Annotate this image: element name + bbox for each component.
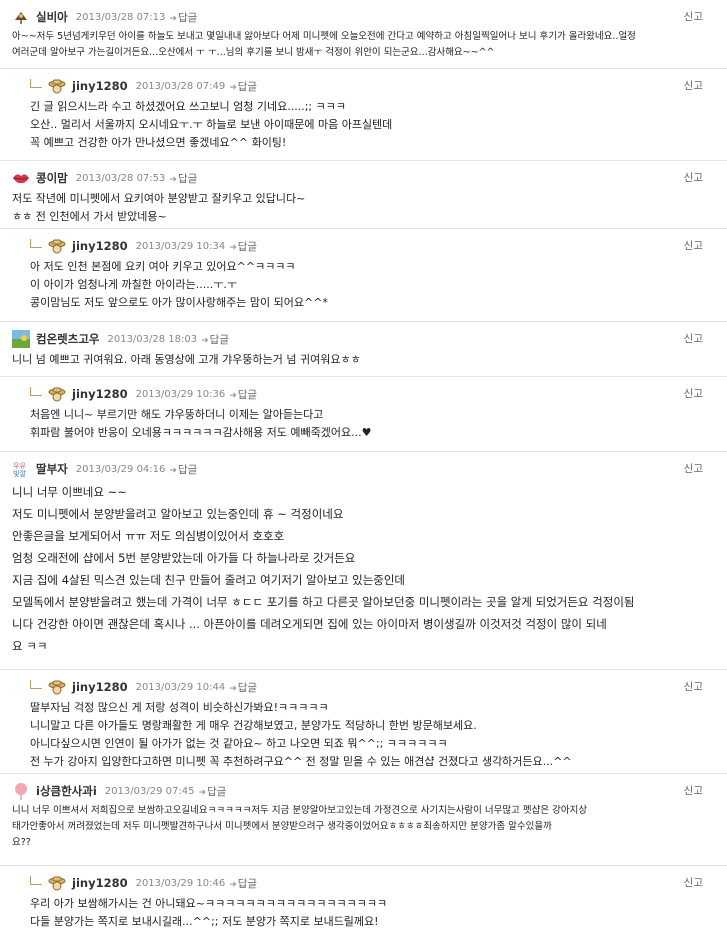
reply-indent-icon [30, 679, 42, 689]
report-link[interactable]: 신고 [684, 78, 703, 93]
reply-arrow-icon: ➜ [169, 13, 177, 24]
comment-text: 니니 넘 예쁘고 귀여워요. 아래 동영상에 고개 갸우뚱하는거 넘 귀여워요ㅎ… [12, 353, 361, 366]
comment-text: 아 저도 인천 본점에 요키 여아 키우고 있어요^^ㅋㅋㅋㅋ 이 아이가 엄청… [30, 260, 328, 309]
report-link[interactable]: 신고 [684, 238, 703, 253]
reply-button[interactable]: ➜답글 [201, 332, 229, 347]
report-link[interactable]: 신고 [684, 679, 703, 694]
reply-arrow-icon: ➜ [229, 82, 237, 93]
author-name[interactable]: 실비아 [36, 9, 68, 25]
comment: 실비아 2013/03/28 07:13 ➜답글 신고 아~~저두 5년넘게키우… [0, 0, 727, 69]
comment-text: 저도 작년에 미니펫에서 요키여아 분양받고 잘키우고 있답니다~ ㅎㅎ 전 인… [12, 192, 306, 223]
comment-date: 2013/03/29 10:46 [135, 877, 226, 889]
reply-button[interactable]: ➜답글 [198, 784, 226, 799]
comment-text: 니니 너무 이쁘네요 ~~ 저도 미니펫에서 분양받을려고 알아보고 있는중인데… [12, 485, 635, 653]
user-icon-straw-hat [48, 237, 66, 255]
author-name[interactable]: jiny1280 [72, 387, 128, 401]
reply-indent-icon [30, 78, 42, 88]
reply-arrow-icon: ➜ [169, 174, 177, 185]
comment-text: 긴 글 읽으시느라 수고 하셨겠어요 쓰고보니 엄청 기네요.....;; ㅋㅋ… [30, 100, 393, 149]
author-name[interactable]: 딸부자 [36, 461, 68, 477]
comment: i상큼한사과i 2013/03/29 07:45 ➜답글 신고 니니 너무 이쁘… [0, 774, 727, 866]
comment-date: 2013/03/29 10:36 [135, 388, 226, 400]
svg-text:빛깔: 빛깔 [13, 469, 26, 478]
author-name[interactable]: jiny1280 [72, 876, 128, 890]
user-icon-straw-hat [48, 385, 66, 403]
reply-comment: jiny1280 2013/03/29 10:44 ➜답글 신고 딸부자님 걱정… [0, 670, 727, 774]
reply-button[interactable]: ➜답글 [169, 10, 197, 25]
reply-comment: jiny1280 2013/03/29 10:36 ➜답글 신고 처음엔 니니~… [0, 377, 727, 452]
reply-comment: jiny1280 2013/03/29 10:46 ➜답글 신고 우리 아가 보… [0, 866, 727, 941]
reply-arrow-icon: ➜ [201, 335, 209, 346]
svg-text:우유: 우유 [13, 462, 26, 470]
reply-arrow-icon: ➜ [198, 787, 206, 798]
user-icon-text-badge: 우유 빛깔 [12, 460, 30, 478]
report-link[interactable]: 신고 [684, 170, 703, 185]
comment-date: 2013/03/29 07:45 [104, 785, 195, 797]
reply-button[interactable]: ➜답글 [229, 876, 257, 891]
reply-indent-icon [30, 386, 42, 396]
comment: 컴온렛츠고우 2013/03/28 18:03 ➜답글 신고 니니 넘 예쁘고 … [0, 322, 727, 377]
report-link[interactable]: 신고 [684, 386, 703, 401]
comment-text: 니니 너무 이쁘셔서 저희집으로 보쌈하고오길네요ㅋㅋㅋㅋㅋ저두 지금 분양알아… [12, 805, 588, 848]
comment-date: 2013/03/29 10:34 [135, 240, 226, 252]
comment-thread: 실비아 2013/03/28 07:13 ➜답글 신고 아~~저두 5년넘게키우… [0, 0, 727, 941]
user-icon-straw-hat [48, 77, 66, 95]
reply-button[interactable]: ➜답글 [169, 171, 197, 186]
comment-text: 아~~저두 5년넘게키우던 아이를 하늘도 보내고 몇일내내 앓아보다 어제 미… [12, 31, 636, 58]
comment: 우유 빛깔 딸부자 2013/03/29 04:16 ➜답글 신고 니니 너무 이… [0, 452, 727, 670]
comment-text: 우리 아가 보쌈해가시는 건 아니돼요~ㅋㅋㅋㅋㅋㅋㅋㅋㅋㅋㅋㅋㅋㅋㅋㅋㅋㅋ 다… [30, 897, 388, 928]
user-icon-straw-hat [48, 874, 66, 892]
comment-text: 딸부자님 걱정 많으신 게 저랑 성격이 비슷하신가봐요!ㅋㅋㅋㅋㅋ 니니말고 … [30, 701, 572, 768]
reply-arrow-icon: ➜ [229, 390, 237, 401]
comment-date: 2013/03/28 18:03 [107, 333, 198, 345]
user-icon-bird [12, 8, 30, 26]
comment-date: 2013/03/28 07:53 [75, 172, 166, 184]
comment-date: 2013/03/28 07:49 [135, 80, 226, 92]
author-name[interactable]: 컴온렛츠고우 [36, 331, 99, 347]
user-icon-straw-hat [48, 678, 66, 696]
reply-indent-icon [30, 875, 42, 885]
report-link[interactable]: 신고 [684, 331, 703, 346]
reply-arrow-icon: ➜ [169, 465, 177, 476]
reply-arrow-icon: ➜ [229, 242, 237, 253]
comment-date: 2013/03/29 10:44 [135, 681, 226, 693]
reply-button[interactable]: ➜답글 [229, 387, 257, 402]
report-link[interactable]: 신고 [684, 875, 703, 890]
comment-date: 2013/03/29 04:16 [75, 463, 166, 475]
reply-button[interactable]: ➜답글 [229, 239, 257, 254]
author-name[interactable]: jiny1280 [72, 239, 128, 253]
reply-arrow-icon: ➜ [229, 879, 237, 890]
user-icon-balloon [12, 782, 30, 800]
comment-date: 2013/03/28 07:13 [75, 11, 166, 23]
reply-comment: jiny1280 2013/03/29 10:34 ➜답글 신고 아 저도 인천… [0, 229, 727, 322]
comment-text: 처음엔 니니~ 부르기만 해도 갸우뚱하더니 이제는 알아듣는다고 휘파람 불어… [30, 408, 372, 439]
reply-comment: jiny1280 2013/03/28 07:49 ➜답글 신고 긴 글 읽으시… [0, 69, 727, 161]
reply-button[interactable]: ➜답글 [169, 462, 197, 477]
author-name[interactable]: jiny1280 [72, 680, 128, 694]
reply-arrow-icon: ➜ [229, 683, 237, 694]
author-name[interactable]: i상큼한사과i [36, 783, 97, 799]
author-name[interactable]: 콩이맘 [36, 170, 68, 186]
reply-button[interactable]: ➜답글 [229, 680, 257, 695]
report-link[interactable]: 신고 [684, 783, 703, 798]
user-icon-landscape [12, 330, 30, 348]
reply-button[interactable]: ➜답글 [229, 79, 257, 94]
reply-indent-icon [30, 238, 42, 248]
user-icon-lips [12, 169, 30, 187]
comment: 콩이맘 2013/03/28 07:53 ➜답글 신고 저도 작년에 미니펫에서… [0, 161, 727, 229]
author-name[interactable]: jiny1280 [72, 79, 128, 93]
report-link[interactable]: 신고 [684, 9, 703, 24]
report-link[interactable]: 신고 [684, 461, 703, 476]
